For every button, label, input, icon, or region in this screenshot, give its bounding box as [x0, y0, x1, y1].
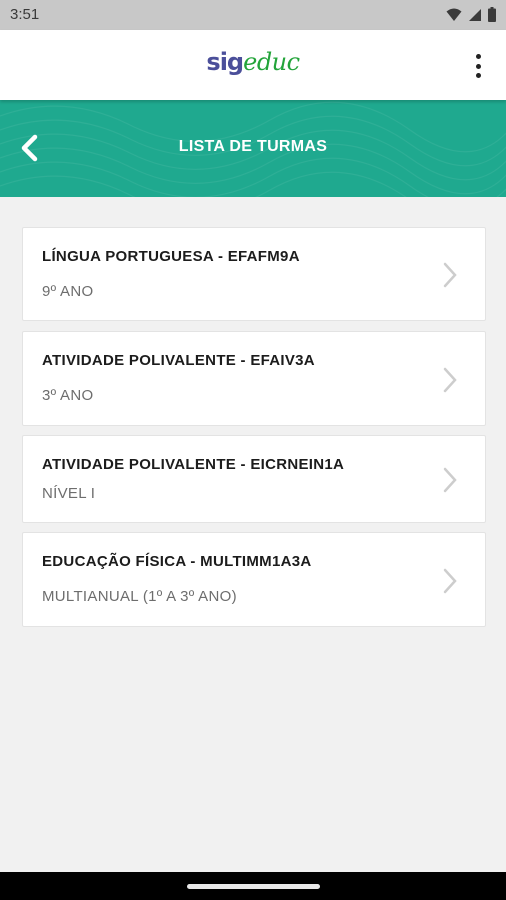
- page-title: LISTA DE TURMAS: [178, 138, 328, 155]
- status-icons: [446, 7, 496, 22]
- chevron-right-icon: [443, 467, 457, 493]
- logo-educ-text: educ: [243, 48, 300, 76]
- status-bar: 3:51: [0, 0, 506, 30]
- status-time: 3:51: [10, 6, 40, 23]
- more-vert-icon[interactable]: [470, 52, 486, 80]
- class-title: ATIVIDADE POLIVALENTE - EFAIV3A: [42, 352, 315, 369]
- class-title: ATIVIDADE POLIVALENTE - EICRNEIN1A: [42, 456, 345, 473]
- logo-sig-text: sig: [206, 48, 244, 76]
- class-grade: NÍVEL I: [42, 485, 96, 502]
- class-title: EDUCAÇÃO FÍSICA - MULTIMM1A3A: [42, 553, 312, 570]
- class-grade: 9º ANO: [42, 283, 94, 300]
- app-bar: sig educ: [0, 30, 506, 100]
- class-card[interactable]: LÍNGUA PORTUGUESA - EFAFM9A 9º ANO: [22, 227, 486, 321]
- class-title: LÍNGUA PORTUGUESA - EFAFM9A: [42, 248, 300, 265]
- wifi-icon: [446, 8, 462, 21]
- battery-icon: [488, 7, 496, 22]
- page-header: LISTA DE TURMAS: [0, 100, 506, 197]
- sigeduc-logo: sig educ: [206, 48, 300, 76]
- class-card[interactable]: EDUCAÇÃO FÍSICA - MULTIMM1A3A MULTIANUAL…: [22, 532, 486, 627]
- class-grade: MULTIANUAL (1º A 3º ANO): [42, 588, 237, 605]
- home-gesture-handle[interactable]: [187, 884, 320, 889]
- chevron-right-icon: [443, 367, 457, 393]
- class-card[interactable]: ATIVIDADE POLIVALENTE - EICRNEIN1A NÍVEL…: [22, 435, 486, 523]
- signal-icon: [469, 8, 481, 21]
- chevron-right-icon: [443, 262, 457, 288]
- chevron-right-icon: [443, 568, 457, 594]
- class-card[interactable]: ATIVIDADE POLIVALENTE - EFAIV3A 3º ANO: [22, 331, 486, 426]
- class-grade: 3º ANO: [42, 387, 94, 404]
- system-nav-bar: [0, 872, 506, 900]
